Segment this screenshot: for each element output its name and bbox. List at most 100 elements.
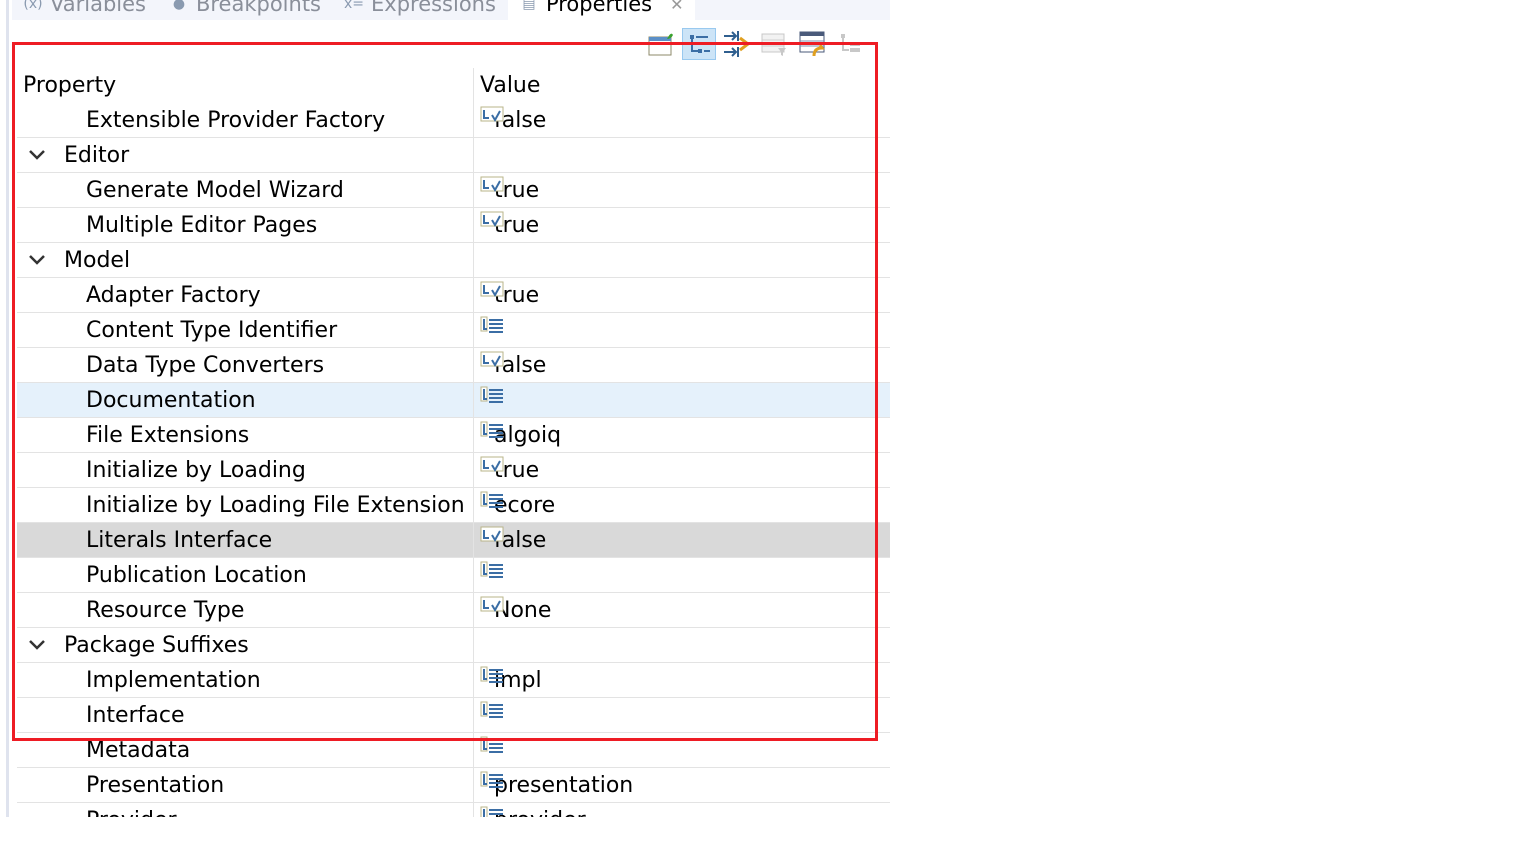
value-cell[interactable]: false xyxy=(474,523,890,557)
category-label: Model xyxy=(64,247,131,273)
show-advanced-button[interactable] xyxy=(720,28,754,60)
property-name: Implementation xyxy=(86,667,261,693)
table-row[interactable]: Data Type Converters false xyxy=(17,348,890,383)
boolean-value-icon xyxy=(480,105,504,123)
table-row[interactable]: Initialize by Loading true xyxy=(17,453,890,488)
value-cell[interactable] xyxy=(474,733,890,767)
property-name: Extensible Provider Factory xyxy=(86,107,386,133)
tab-variables[interactable]: (x) Variables xyxy=(12,0,158,20)
table-row[interactable]: Interface xyxy=(17,698,890,733)
value-cell[interactable]: None xyxy=(474,593,890,627)
restore-default-button[interactable] xyxy=(796,28,830,60)
category-row[interactable]: Editor xyxy=(17,138,890,173)
value-cell[interactable]: true xyxy=(474,453,890,487)
value-cell[interactable]: false xyxy=(474,103,890,137)
category-label: Package Suffixes xyxy=(64,632,249,658)
column-header-property[interactable]: Property xyxy=(17,68,474,103)
value-cell[interactable]: true xyxy=(474,173,890,207)
view-toolbar xyxy=(644,28,868,60)
value-cell xyxy=(474,138,890,172)
boolean-value-icon xyxy=(480,595,504,613)
tab-breakpoints[interactable]: ● Breakpoints xyxy=(158,0,333,20)
value-cell[interactable] xyxy=(474,383,890,417)
tab-label: Properties xyxy=(545,0,653,16)
value-cell[interactable]: true xyxy=(474,278,890,312)
property-name: Resource Type xyxy=(86,597,245,623)
chevron-down-icon[interactable] xyxy=(27,145,47,165)
value-cell[interactable]: false xyxy=(474,348,890,382)
table-row[interactable]: Literals Interface false xyxy=(17,523,890,558)
table-row[interactable]: Multiple Editor Pages true xyxy=(17,208,890,243)
table-row[interactable]: Provider provider xyxy=(17,803,890,817)
table-row[interactable]: Adapter Factory true xyxy=(17,278,890,313)
category-row[interactable]: Package Suffixes xyxy=(17,628,890,663)
table-row[interactable]: Generate Model Wizard true xyxy=(17,173,890,208)
pin-icon xyxy=(648,33,673,56)
text-value-icon xyxy=(480,805,504,817)
tab-properties[interactable]: ▤ Properties ✕ xyxy=(507,0,696,20)
value-cell[interactable]: ecore xyxy=(474,488,890,522)
table-row[interactable]: Initialize by Loading File Extension ecor… xyxy=(17,488,890,523)
filter-button[interactable] xyxy=(758,28,792,60)
column-header-value[interactable]: Value xyxy=(474,68,890,103)
boolean-value-icon xyxy=(480,210,504,228)
tab-label: Expressions xyxy=(371,0,496,16)
text-value-icon xyxy=(480,385,504,403)
advanced-properties-icon xyxy=(724,31,751,57)
table-row[interactable]: Documentation xyxy=(17,383,890,418)
text-value-icon xyxy=(480,665,504,683)
collapse-all-button[interactable] xyxy=(834,28,868,60)
category-label: Editor xyxy=(64,142,130,168)
close-icon[interactable]: ✕ xyxy=(670,0,683,14)
boolean-value-icon xyxy=(480,455,504,473)
value-cell[interactable]: provider xyxy=(474,803,890,817)
text-value-icon xyxy=(480,490,504,508)
value-cell[interactable]: algoiq xyxy=(474,418,890,452)
value-cell xyxy=(474,243,890,277)
value-cell[interactable] xyxy=(474,313,890,347)
boolean-value-icon xyxy=(480,280,504,298)
property-name: Documentation xyxy=(86,387,256,413)
expressions-icon: x= xyxy=(344,0,365,12)
show-categories-button[interactable] xyxy=(682,28,716,60)
collapse-all-icon xyxy=(841,34,860,52)
value-cell[interactable] xyxy=(474,698,890,732)
chevron-down-icon[interactable] xyxy=(27,635,47,655)
table-row[interactable]: Resource Type None xyxy=(17,593,890,628)
view-tab-bar: (x) Variables ● Breakpoints x= Expressions ▤ Pr… xyxy=(12,0,890,20)
pin-to-selection-button[interactable] xyxy=(644,28,678,60)
chevron-down-icon[interactable] xyxy=(27,250,47,270)
breakpoints-icon: ● xyxy=(172,0,186,12)
table-row[interactable]: Presentation presentation xyxy=(17,768,890,803)
property-name: Initialize by Loading File Extension xyxy=(86,492,465,518)
value-cell xyxy=(474,628,890,662)
text-value-icon xyxy=(480,315,504,333)
restore-default-icon xyxy=(799,31,825,57)
tab-expressions[interactable]: x= Expressions xyxy=(333,0,508,20)
property-value: presentation xyxy=(494,772,634,798)
value-cell[interactable] xyxy=(474,558,890,592)
property-name: Provider xyxy=(86,808,177,818)
category-row[interactable]: Model xyxy=(17,243,890,278)
property-name: Content Type Identifier xyxy=(86,317,338,343)
text-value-icon xyxy=(480,735,504,753)
value-cell[interactable]: true xyxy=(474,208,890,242)
tab-label: Variables xyxy=(50,0,146,16)
table-row[interactable]: Extensible Provider Factory false xyxy=(17,103,890,138)
table-row[interactable]: File Extensions algoiq xyxy=(17,418,890,453)
value-cell[interactable]: presentation xyxy=(474,768,890,802)
text-value-icon xyxy=(480,420,504,438)
properties-view: (x) Variables ● Breakpoints x= Expressions ▤ Pr… xyxy=(0,0,890,817)
property-name: Data Type Converters xyxy=(86,352,325,378)
table-row[interactable]: Implementation impl xyxy=(17,663,890,698)
table-row[interactable]: Publication Location xyxy=(17,558,890,593)
view-border xyxy=(0,0,9,817)
value-cell[interactable]: impl xyxy=(474,663,890,697)
boolean-value-icon xyxy=(480,350,504,368)
property-name: Initialize by Loading xyxy=(86,457,306,483)
table-row[interactable]: Metadata xyxy=(17,733,890,768)
table-row[interactable]: Content Type Identifier xyxy=(17,313,890,348)
tree-categories-icon xyxy=(690,35,710,53)
filter-table-icon xyxy=(761,33,786,56)
property-name: Multiple Editor Pages xyxy=(86,212,318,238)
